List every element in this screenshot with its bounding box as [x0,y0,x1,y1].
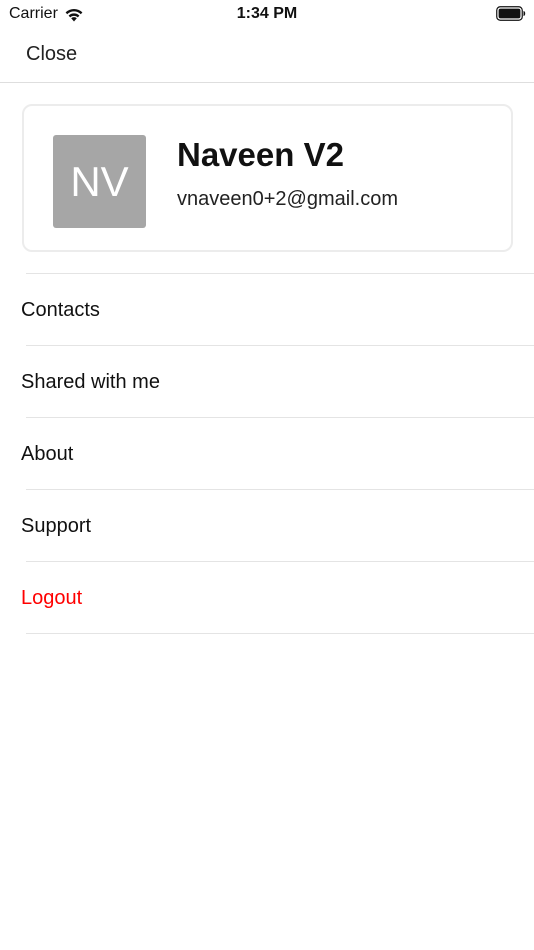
menu-list: Contacts Shared with me About Support Lo… [0,273,534,634]
nav-bar: Close [0,30,534,83]
profile-card: NV Naveen V2 vnaveen0+2@gmail.com [22,104,513,252]
close-button[interactable]: Close [26,43,77,66]
menu-item-logout[interactable]: Logout [0,562,534,634]
menu-item-label: Shared with me [21,370,160,393]
menu-item-about[interactable]: About [0,418,534,490]
menu-item-contacts[interactable]: Contacts [0,274,534,346]
status-bar: Carrier 1:34 PM [0,0,534,30]
menu-item-label: About [21,442,74,465]
menu-item-label: Contacts [21,298,100,321]
menu-item-shared-with-me[interactable]: Shared with me [0,346,534,418]
status-time: 1:34 PM [236,5,298,22]
screen: Carrier 1:34 PM Close NV Naveen V2 vnave… [0,0,534,950]
battery-icon [496,6,526,21]
avatar: NV [53,135,146,228]
menu-item-support[interactable]: Support [0,490,534,562]
profile-email: vnaveen0+2@gmail.com [177,188,398,210]
profile-name: Naveen V2 [177,136,344,173]
menu-item-label: Logout [21,586,83,609]
menu-item-label: Support [21,514,92,537]
